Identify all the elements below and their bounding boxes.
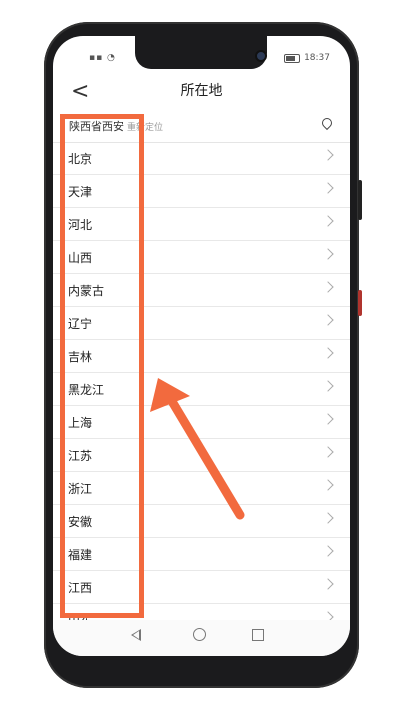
- annotation-arrow-icon: [150, 378, 245, 520]
